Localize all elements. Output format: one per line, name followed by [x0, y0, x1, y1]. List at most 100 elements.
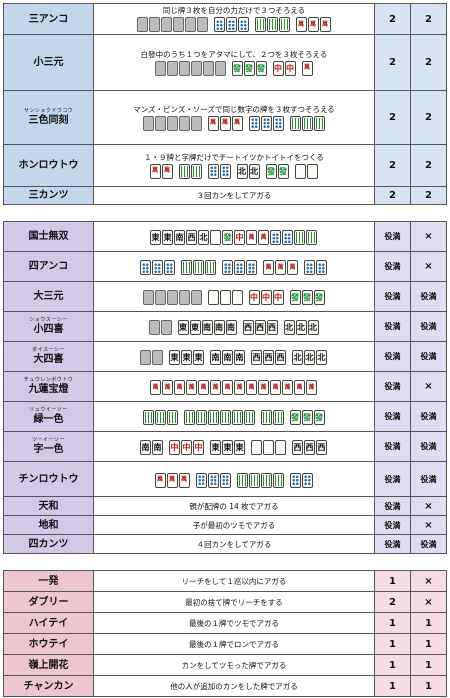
yaku-name: 小四喜: [33, 324, 64, 336]
pin-tile: [195, 472, 207, 488]
tile-back: [166, 115, 178, 131]
yaku-name-cell: 嶺上開花: [4, 655, 94, 675]
tile-back: [154, 60, 166, 76]
closed-han: 1: [374, 613, 410, 633]
yaku-row: 三アンコ 同じ牌３枚を自分の力だけで３つそろえる 萬萬萬 2 2: [3, 3, 447, 35]
open-han: 1: [410, 655, 446, 675]
tile-back: [184, 17, 196, 32]
man-tile: 萬: [287, 260, 298, 275]
sou-tile: [181, 260, 192, 275]
pei-tile: 北: [316, 350, 327, 365]
yaku-row: 四カンツ ４回カンをしてアガる 役満 役満: [3, 534, 447, 554]
sou-tile: [278, 17, 290, 32]
yaku-description: ３回カンをしてアガる: [196, 191, 272, 200]
yaku-name-cell: 一発: [4, 571, 94, 591]
yaku-description: カンをしてツモった牌でアガる: [181, 660, 287, 670]
yaku-ruby: ダイスーシー: [32, 346, 65, 353]
yaku-content: １・９牌と字牌だけでチートイツかトイトイをつくる 萬萬 北北 發發: [94, 145, 374, 186]
open-han: 2: [410, 187, 446, 204]
pei-tile: 北: [283, 320, 295, 335]
nan-tile: 南: [222, 350, 233, 365]
haku-tile: [263, 440, 274, 455]
closed-han: 2: [374, 4, 410, 34]
man-tile: 萬: [301, 60, 313, 76]
hatsu-tile: 發: [301, 410, 313, 425]
man-tile: 萬: [207, 115, 219, 131]
yaku-content: 他の人が追加のカンをした牌でアガる: [94, 676, 374, 696]
yaku-content: 親が配牌の 14 枚でアガる: [94, 497, 374, 515]
closed-han: 役満: [374, 497, 410, 515]
tile-back: [140, 350, 151, 365]
ton-tile: 東: [234, 440, 245, 455]
yaku-name-cell: 三アンコ: [4, 4, 94, 34]
yaku-content: 萬萬萬萬萬萬萬萬萬萬萬萬萬萬: [94, 372, 374, 401]
tile-back: [160, 17, 172, 32]
yaku-content: 最後の１牌でロンでアガる: [94, 634, 374, 654]
sou-tile: [142, 410, 154, 425]
chun-tile: 中: [260, 290, 272, 305]
closed-han: 2: [374, 592, 410, 612]
man-tile: 萬: [161, 163, 173, 179]
pei-tile: 北: [198, 230, 209, 245]
open-han: ×: [410, 516, 446, 534]
yaku-name: 地和: [38, 519, 59, 531]
yaku-content: 東東南西北發中萬萬: [94, 222, 374, 251]
yaku-name-cell: チンロウトウ: [4, 462, 94, 496]
sou-tile: [178, 163, 190, 179]
sou-tile: [195, 410, 207, 425]
yaku-name-cell: ホウテイ: [4, 634, 94, 654]
open-han: 役満: [410, 282, 446, 311]
man-tile: 萬: [222, 380, 233, 395]
yaku-name: 大四喜: [33, 354, 64, 366]
open-han: 役満: [410, 312, 446, 341]
yaku-name-cell: 小三元: [4, 35, 94, 90]
pin-tile: [304, 260, 315, 275]
man-tile: 萬: [150, 380, 161, 395]
sha-tile: 西: [266, 320, 278, 335]
yaku-description: 最初の捨て牌でリーチをする: [185, 597, 283, 607]
tile-back: [202, 60, 214, 76]
yaku-name: 三カンツ: [28, 190, 69, 201]
yaku-content: 萬萬萬: [94, 252, 374, 281]
yaku-name-cell: 地和: [4, 516, 94, 534]
haku-tile: [306, 163, 318, 179]
sou-tile: [272, 410, 284, 425]
man-tile: 萬: [282, 380, 293, 395]
yaku-name-cell: ハイテイ: [4, 613, 94, 633]
yaku-description: 最後の１牌でツモでアガる: [189, 618, 279, 628]
man-tile: 萬: [295, 17, 307, 32]
sou-tile: [236, 472, 248, 488]
closed-han: 役満: [374, 252, 410, 281]
tile-back: [160, 320, 172, 335]
chun-tile: 中: [272, 60, 284, 76]
yaku-name-cell: サンショクドウコウ 三色同刻: [4, 91, 94, 144]
yaku-description: 他の人が追加のカンをした牌でアガる: [170, 681, 298, 691]
yaku-content: リーチをして１巡以内にアガる: [94, 571, 374, 591]
open-han: 2: [410, 4, 446, 34]
tile-row: 東東南南南 西西西 北北北: [148, 320, 320, 335]
ton-tile: 東: [150, 230, 161, 245]
yaku-description: 子が最初のツモでアガる: [192, 520, 276, 530]
yaku-row: 三カンツ ３回カンをしてアガる 2 2: [3, 186, 447, 205]
yaku-name-cell: チュウレンポウトウ 九蓮宝燈: [4, 372, 94, 401]
yaku-name-cell: 四アンコ: [4, 252, 94, 281]
closed-han: 役満: [374, 462, 410, 496]
yaku-name-cell: ダイスーシー 大四喜: [4, 342, 94, 371]
man-tile: 萬: [166, 472, 178, 488]
sou-tile: [243, 410, 255, 425]
sha-tile: 西: [242, 320, 254, 335]
nan-tile: 南: [201, 320, 213, 335]
yaku-description: マンズ・ピンズ・ソーズで同じ数字の牌を３枚ずつそろえる: [133, 104, 335, 114]
closed-han: 役満: [374, 312, 410, 341]
yaku-name: 国士無双: [28, 231, 69, 242]
yaku-row: ダイスーシー 大四喜 東東東 南南南 西西西 北北北 役満 役満: [3, 341, 447, 372]
ton-tile: 東: [181, 350, 192, 365]
nan-tile: 南: [234, 350, 245, 365]
open-han: 1: [410, 676, 446, 696]
hatsu-tile: 發: [222, 230, 233, 245]
pin-tile: [270, 230, 281, 245]
sha-tile: 西: [251, 350, 262, 365]
yaku-row: チンロウトウ 萬萬萬 役満 役満: [3, 461, 447, 497]
yaku-name: ホンロウトウ: [18, 160, 79, 171]
man-tile: 萬: [234, 380, 245, 395]
